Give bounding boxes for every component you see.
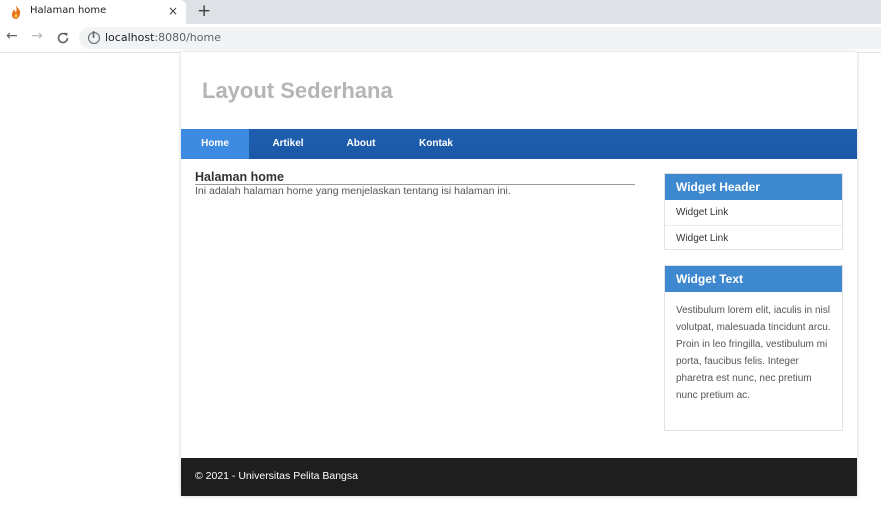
info-icon[interactable] [88, 31, 100, 44]
address-bar[interactable]: localhost:8080/home [79, 27, 881, 49]
widget-link[interactable]: Widget Link [665, 200, 842, 226]
nav-home-link[interactable]: Home [181, 129, 249, 159]
back-button[interactable]: ← [6, 28, 18, 44]
widget-text-body: Vestibulum lorem elit, iaculis in nisl v… [676, 305, 831, 401]
widget-links: Widget Header Widget Link Widget Link [664, 173, 843, 250]
page-container: Layout Sederhana Home Artikel About Kont… [181, 52, 857, 496]
forward-button[interactable]: → [31, 28, 43, 44]
widget-header-title: Widget Header [665, 174, 842, 200]
nav-kontak-link[interactable]: Kontak [406, 129, 466, 159]
main-content: Halaman home Ini adalah halaman home yan… [195, 170, 635, 198]
url-text[interactable]: localhost:8080/home [105, 31, 221, 44]
flame-icon [11, 5, 21, 19]
browser-toolbar: ← → localhost:8080/home [0, 24, 881, 53]
page-description: Ini adalah halaman home yang menjelaskan… [195, 185, 511, 197]
tab-title: Halaman home [30, 5, 107, 16]
widget-text-title: Widget Text [665, 266, 842, 292]
reload-icon[interactable] [56, 31, 70, 45]
site-title: Layout Sederhana [202, 78, 393, 103]
nav-artikel-link[interactable]: Artikel [258, 129, 318, 159]
main-navbar: Home Artikel About Kontak [181, 129, 857, 159]
browser-tab[interactable]: Halaman home × [0, 0, 186, 24]
footer-copyright: © 2021 - Universitas Pelita Bangsa [195, 470, 358, 482]
browser-tab-strip: Halaman home × + [0, 0, 881, 24]
page-heading: Halaman home [195, 170, 635, 185]
tab-close-button[interactable]: × [168, 4, 178, 18]
widget-text: Widget Text Vestibulum lorem elit, iacul… [664, 265, 843, 431]
widget-link[interactable]: Widget Link [665, 226, 842, 251]
site-footer: © 2021 - Universitas Pelita Bangsa [181, 458, 857, 496]
new-tab-button[interactable]: + [197, 1, 211, 21]
nav-about-link[interactable]: About [331, 129, 391, 159]
site-header: Layout Sederhana [181, 52, 857, 129]
